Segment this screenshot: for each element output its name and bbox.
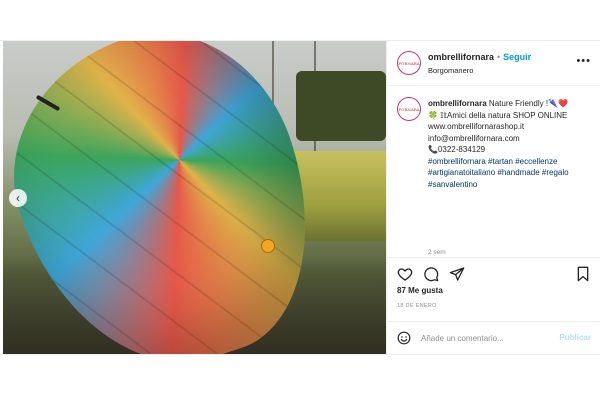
umbrella-handle bbox=[261, 239, 275, 253]
hashtag-link[interactable]: #handmade bbox=[497, 168, 539, 177]
caption-website: www.ombrellifornarashop.it bbox=[428, 122, 525, 131]
caption-phone: 📞0322-834129 bbox=[428, 145, 486, 154]
header-username[interactable]: ombrellifornara bbox=[428, 52, 494, 62]
action-bar bbox=[387, 257, 600, 288]
caption-email: info@ombrellifornara.com bbox=[428, 133, 520, 143]
hashtag-link[interactable]: #sanvalentino bbox=[428, 180, 477, 189]
post-header: FORNARA ombrellifornara • Seguir Borgomane… bbox=[387, 41, 600, 86]
heart-icon[interactable] bbox=[397, 266, 413, 287]
likes-count[interactable]: 87 Me gusta bbox=[397, 286, 443, 295]
hashtag-link[interactable]: #regalo bbox=[542, 168, 569, 177]
brand-logo: FORNARA bbox=[398, 106, 420, 112]
comment-bar: Publicar bbox=[387, 321, 600, 355]
location-link[interactable]: Borgomanero bbox=[428, 66, 473, 75]
caption-username[interactable]: ombrellifornara bbox=[428, 99, 487, 108]
emoji-icon[interactable] bbox=[397, 331, 411, 350]
caption-line-2: 🍀 𝕀𝕥Amici della natura SHOP ONLINE bbox=[428, 110, 568, 120]
header-user-line: ombrellifornara • Seguir bbox=[428, 52, 531, 62]
caption-time-ago[interactable]: 2 sem bbox=[428, 249, 446, 256]
avatar[interactable]: FORNARA bbox=[397, 51, 421, 75]
bookmark-icon[interactable] bbox=[575, 266, 591, 287]
share-icon[interactable] bbox=[449, 266, 465, 287]
post-side-panel: FORNARA ombrellifornara • Seguir Borgomane… bbox=[386, 41, 600, 354]
caption-text: ombrellifornara Nature Friendly !🌂❤️ 🍀 𝕀… bbox=[428, 98, 596, 190]
brand-logo: FORNARA bbox=[398, 60, 420, 66]
hashtag-link[interactable]: #eccellenze bbox=[515, 157, 557, 166]
comment-input[interactable] bbox=[421, 331, 541, 345]
separator-dot: • bbox=[497, 52, 501, 62]
instagram-post-card: ‹ FORNARA ombrellifornara • Seguir Borgoma… bbox=[0, 40, 600, 355]
chevron-left-icon[interactable]: ‹ bbox=[9, 189, 27, 207]
caption-avatar[interactable]: FORNARA bbox=[397, 97, 421, 121]
hashtag-link[interactable]: #tartan bbox=[488, 157, 513, 166]
hashtag-link[interactable]: #artigianatoitaliano bbox=[428, 168, 495, 177]
hashtag-link[interactable]: #ombrellifornara bbox=[428, 157, 486, 166]
photo-hedge-decoration bbox=[296, 71, 386, 141]
follow-button[interactable]: Seguir bbox=[503, 52, 531, 62]
post-date[interactable]: 18 DE ENERO bbox=[397, 303, 437, 309]
comment-icon[interactable] bbox=[423, 266, 439, 287]
post-photo[interactable]: ‹ bbox=[3, 41, 386, 354]
publish-button[interactable]: Publicar bbox=[559, 333, 591, 342]
caption-intro: Nature Friendly !🌂❤️ bbox=[488, 99, 568, 108]
more-options-icon[interactable]: ••• bbox=[576, 55, 591, 67]
